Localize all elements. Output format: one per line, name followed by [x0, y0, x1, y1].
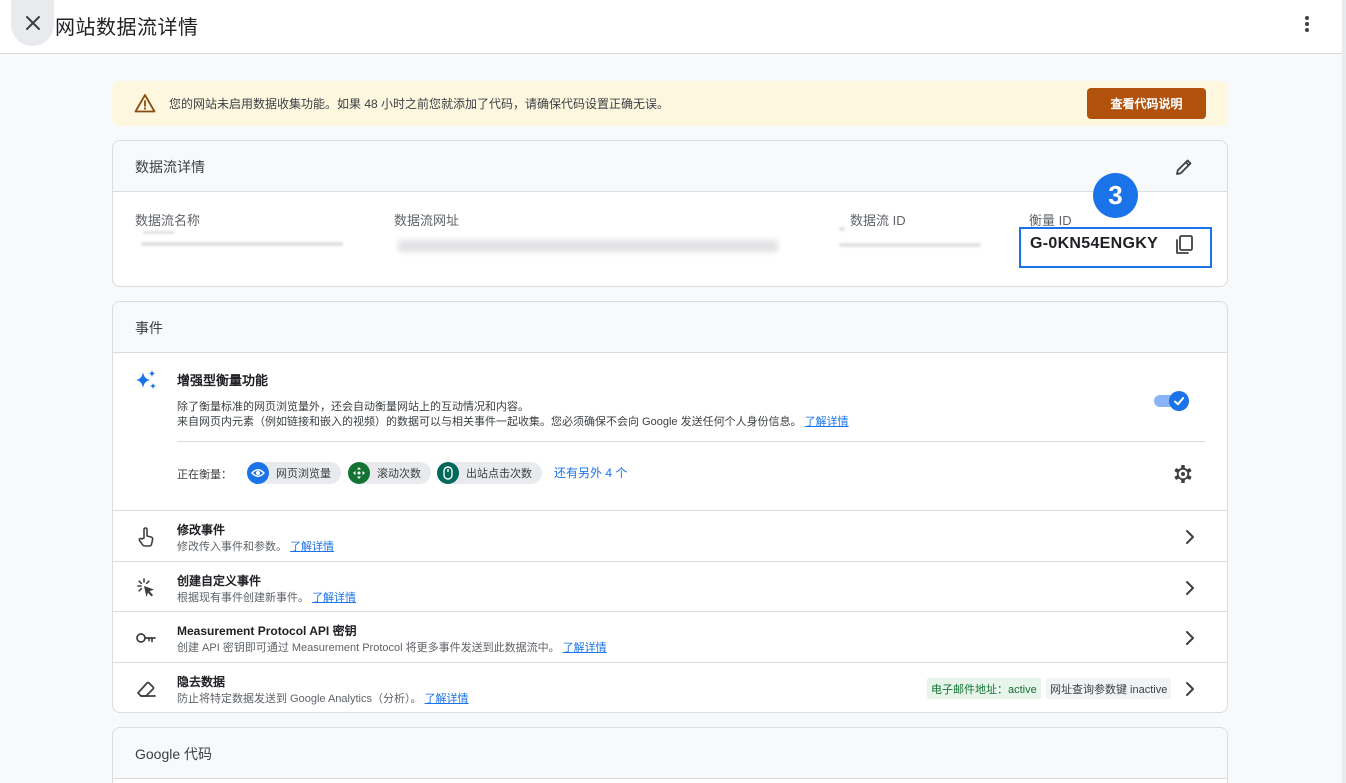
modify-events-row[interactable]: 修改事件 修改传入事件和参数。 了解详情 — [113, 510, 1227, 561]
email-redaction-badge: 电子邮件地址：active — [927, 678, 1041, 699]
touch-hand-icon — [138, 527, 154, 547]
eye-icon — [247, 462, 269, 484]
create-custom-events-learn-more[interactable]: 了解详情 — [312, 592, 356, 604]
measurement-protocol-desc-text: 创建 API 密钥即可通过 Measurement Protocol 将更多事件… — [177, 642, 560, 654]
page-title: 网站数据流详情 — [55, 17, 199, 39]
stream-name-url-redacted — [141, 242, 343, 246]
google-tag-header: Google 代码 — [113, 728, 1227, 779]
create-custom-events-desc: 根据现有事件创建新事件。 了解详情 — [177, 589, 356, 605]
create-custom-events-title: 创建自定义事件 — [177, 574, 262, 588]
step-badge: 3 — [1093, 173, 1138, 218]
measuring-label: 正在衡量： — [177, 469, 232, 481]
click-cursor-icon — [137, 578, 154, 597]
enhanced-measurement-desc: 除了衡量标准的网页浏览量外，还会自动衡量网站上的互动情况和内容。 来自网页内元素… — [177, 400, 849, 430]
chevron-right-icon — [1186, 631, 1194, 645]
events-header: 事件 — [113, 302, 1227, 353]
toggle-knob — [1169, 391, 1189, 411]
chip-page-views: 网页浏览量 — [247, 462, 341, 484]
stream-details-card: 数据流详情 数据流名称 数据流网址 数据流 ID 衡量 ID G-0KN54EN… — [112, 140, 1228, 287]
events-card: 事件 增强型衡量功能 除了衡量标准的网页浏览量外，还会自动衡量网站上的互动情况和… — [112, 301, 1228, 713]
chip-outbound-clicks-label: 出站点击次数 — [466, 468, 532, 480]
close-icon — [25, 16, 40, 30]
measurement-protocol-title: Measurement Protocol API 密钥 — [177, 624, 357, 638]
measurement-id-highlight: G-0KN54ENGKY — [1019, 227, 1212, 268]
enhanced-measurement-toggle[interactable] — [1154, 390, 1190, 412]
redact-data-title: 隐去数据 — [177, 675, 226, 689]
chevron-right-icon — [1186, 530, 1194, 544]
google-tag-card: Google 代码 — [112, 727, 1228, 783]
modify-events-desc: 修改传入事件和参数。 了解详情 — [177, 538, 334, 554]
redact-data-desc: 防止将特定数据发送到 Google Analytics（分析）。 了解详情 — [177, 690, 469, 706]
redact-data-learn-more[interactable]: 了解详情 — [425, 693, 469, 705]
chip-outbound-clicks: 出站点击次数 — [437, 462, 542, 484]
modify-events-desc-text: 修改传入事件和参数。 — [177, 541, 287, 553]
chip-scrolls-label: 滚动次数 — [377, 468, 421, 480]
redact-data-desc-text: 防止将特定数据发送到 Google Analytics（分析）。 — [177, 693, 422, 705]
stream-details-title: 数据流详情 — [135, 159, 205, 175]
modify-events-learn-more[interactable]: 了解详情 — [290, 541, 334, 553]
more-options-button[interactable] — [1294, 11, 1320, 37]
warning-message: 您的网站未启用数据收集功能。如果 48 小时之前您就添加了代码，请确保代码设置正… — [169, 97, 670, 111]
eraser-icon — [137, 681, 156, 697]
query-param-redaction-badge: 网址查询参数键 inactive — [1046, 678, 1172, 699]
enhanced-desc-line2: 来自网页内元素（例如链接和嵌入的视频）的数据可以与相关事件一起收集。您必须确保不… — [177, 415, 849, 430]
sparkle-icon — [136, 370, 156, 389]
enhanced-measurement-title: 增强型衡量功能 — [177, 373, 269, 388]
key-icon — [136, 633, 156, 643]
enhanced-desc-line1: 除了衡量标准的网页浏览量外，还会自动衡量网站上的互动情况和内容。 — [177, 401, 529, 413]
scrollbar[interactable] — [1342, 0, 1346, 783]
stream-url-redacted — [398, 240, 778, 252]
enhanced-learn-more-link[interactable]: 了解详情 — [805, 416, 849, 428]
redact-data-row[interactable]: 隐去数据 防止将特定数据发送到 Google Analytics（分析）。 了解… — [113, 662, 1227, 712]
stream-url-label: 数据流网址 — [394, 213, 460, 228]
stream-id-redacted-a — [839, 227, 845, 231]
measurement-protocol-row[interactable]: Measurement Protocol API 密钥 创建 API 密钥即可通… — [113, 611, 1227, 662]
more-vert-icon — [1305, 16, 1309, 32]
create-custom-events-row[interactable]: 创建自定义事件 根据现有事件创建新事件。 了解详情 — [113, 561, 1227, 612]
stream-id-label: 数据流 ID — [850, 213, 906, 228]
gear-icon[interactable] — [1172, 463, 1194, 485]
chevron-right-icon — [1186, 682, 1194, 696]
check-icon — [1174, 397, 1185, 406]
top-header: 网站数据流详情 — [0, 0, 1342, 54]
pencil-icon — [1176, 159, 1192, 175]
modify-events-title: 修改事件 — [177, 523, 226, 537]
move-arrows-icon — [348, 462, 370, 484]
copy-icon[interactable] — [1173, 234, 1195, 256]
more-measurements-link[interactable]: 还有另外 4 个 — [554, 464, 627, 481]
view-tag-instructions-button[interactable]: 查看代码说明 — [1087, 88, 1206, 119]
chip-scrolls: 滚动次数 — [348, 462, 431, 484]
warning-icon — [134, 94, 156, 113]
stream-id-redacted-b — [839, 243, 981, 247]
measurement-id-value: G-0KN54ENGKY — [1030, 235, 1159, 252]
stream-name-label: 数据流名称 — [135, 213, 201, 228]
stream-details-header: 数据流详情 — [113, 141, 1227, 192]
measurement-protocol-desc: 创建 API 密钥即可通过 Measurement Protocol 将更多事件… — [177, 639, 607, 655]
measurement-protocol-learn-more[interactable]: 了解详情 — [563, 642, 607, 654]
enhanced-desc-line2-text: 来自网页内元素（例如链接和嵌入的视频）的数据可以与相关事件一起收集。您必须确保不… — [177, 416, 802, 428]
stream-name-redacted — [143, 231, 175, 234]
close-button[interactable] — [11, 0, 54, 46]
enhanced-divider — [177, 441, 1205, 442]
edit-stream-button[interactable] — [1172, 155, 1196, 179]
events-title: 事件 — [135, 320, 163, 336]
warning-banner: 您的网站未启用数据收集功能。如果 48 小时之前您就添加了代码，请确保代码设置正… — [112, 81, 1228, 126]
google-tag-title: Google 代码 — [135, 746, 213, 762]
mouse-icon — [437, 462, 459, 484]
create-custom-events-desc-text: 根据现有事件创建新事件。 — [177, 592, 309, 604]
chip-page-views-label: 网页浏览量 — [276, 468, 331, 480]
chevron-right-icon — [1186, 581, 1194, 595]
